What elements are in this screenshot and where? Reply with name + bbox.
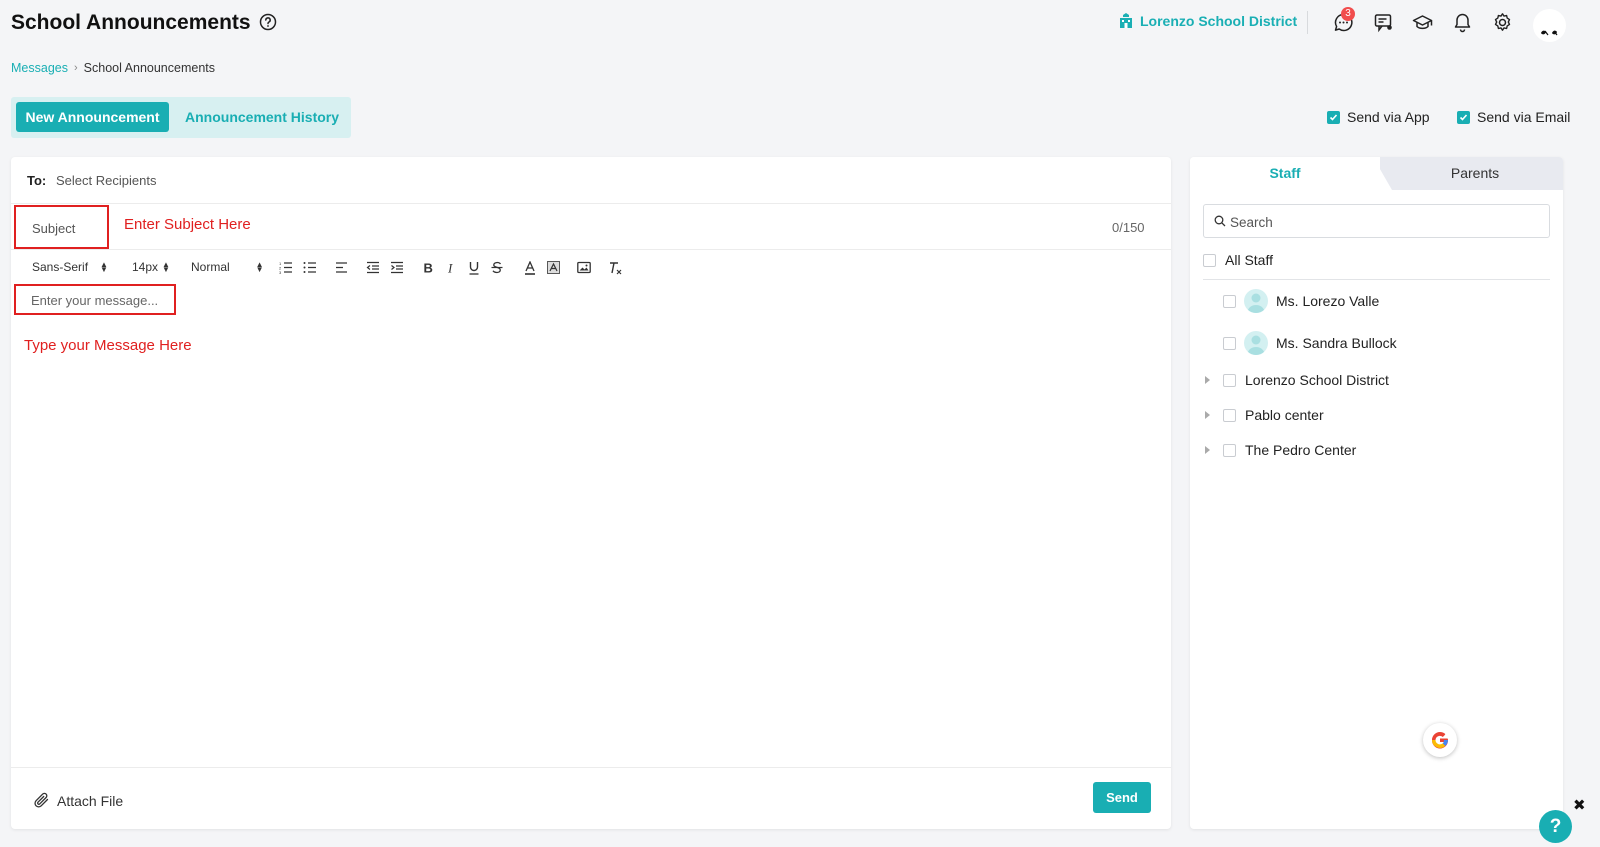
bell-icon[interactable]: [1452, 12, 1473, 33]
group-checkbox[interactable]: [1223, 443, 1236, 457]
notification-badge: 3: [1341, 7, 1355, 21]
recipient-search: [1203, 204, 1550, 238]
svg-text:B: B: [424, 261, 433, 274]
search-icon: [1214, 215, 1226, 227]
heading-value: Normal: [191, 260, 230, 274]
tab-parents[interactable]: Parents: [1373, 157, 1563, 190]
breadcrumb-current: School Announcements: [83, 61, 215, 75]
attach-file-label: Attach File: [57, 792, 124, 809]
caret-right-icon[interactable]: [1205, 376, 1210, 384]
all-staff-label: All Staff: [1225, 252, 1273, 268]
bullet-list-icon[interactable]: [303, 261, 317, 274]
tree-item[interactable]: Pablo center: [1205, 407, 1324, 423]
message-annotation: Type your Message Here: [24, 337, 192, 354]
send-via-email-option[interactable]: Send via Email: [1457, 109, 1570, 125]
send-via-app-checkbox[interactable]: [1327, 110, 1340, 124]
help-button[interactable]: ?: [1539, 810, 1572, 843]
page-title: School Announcements: [11, 11, 251, 34]
subject-annotation: Enter Subject Here: [124, 216, 251, 233]
chevron-right-icon: ›: [73, 62, 78, 74]
send-via-email-checkbox[interactable]: [1457, 110, 1470, 124]
school-building-icon: [1118, 12, 1134, 29]
send-button[interactable]: Send: [1093, 782, 1151, 813]
group-name: The Pedro Center: [1245, 442, 1357, 458]
list-item[interactable]: Ms. Lorezo Valle: [1223, 289, 1379, 313]
graduation-cap-icon[interactable]: [1412, 12, 1433, 33]
staff-checkbox[interactable]: [1223, 294, 1236, 308]
bold-icon[interactable]: B: [423, 261, 434, 274]
tree-item[interactable]: Lorenzo School District: [1205, 372, 1389, 388]
send-via-email-label: Send via Email: [1477, 109, 1571, 125]
staff-name: Ms. Lorezo Valle: [1276, 293, 1380, 309]
font-family-value: Sans-Serif: [32, 260, 89, 274]
tab-new-announcement[interactable]: New Announcement: [16, 102, 169, 132]
caret-right-icon[interactable]: [1205, 446, 1210, 454]
person-avatar-icon: [1244, 289, 1268, 313]
ordered-list-icon[interactable]: 123: [279, 261, 293, 274]
gear-icon[interactable]: [1492, 12, 1513, 33]
text-color-icon[interactable]: [524, 261, 536, 275]
insert-image-icon[interactable]: [577, 261, 591, 274]
underline-icon[interactable]: [468, 261, 480, 275]
breadcrumb-messages-link[interactable]: Messages: [11, 61, 68, 75]
clear-format-icon[interactable]: [608, 261, 623, 276]
help-circle-icon[interactable]: [259, 13, 277, 31]
group-checkbox[interactable]: [1223, 408, 1236, 422]
staff-name: Ms. Sandra Bullock: [1276, 335, 1397, 351]
message-board-icon[interactable]: [1373, 12, 1394, 33]
send-via-app-label: Send via App: [1347, 109, 1430, 125]
district-name: Lorenzo School District: [1140, 12, 1298, 29]
align-left-icon[interactable]: [335, 261, 348, 274]
editor-toolbar: Sans-Serif ▲ ▼ 14px ▲ ▼ Normal ▲ ▼ 123 B I: [11, 250, 1171, 284]
heading-select[interactable]: Normal ▲ ▼: [191, 260, 264, 274]
font-size-value: 14px: [132, 260, 159, 274]
group-checkbox[interactable]: [1223, 373, 1236, 387]
grammar-assistant-icon[interactable]: [1423, 723, 1457, 757]
font-family-select[interactable]: Sans-Serif ▲ ▼: [32, 260, 108, 274]
italic-icon[interactable]: I: [447, 261, 456, 274]
person-avatar-icon: [1244, 331, 1268, 355]
subject-char-count: 0/150: [1112, 220, 1145, 235]
recipients-panel: Parents Staff All Staff Ms. Lorezo Valle…: [1190, 157, 1563, 829]
tree-item[interactable]: The Pedro Center: [1205, 442, 1356, 458]
compose-panel: To: Select Recipients Subject Enter Subj…: [11, 157, 1171, 829]
compose-footer: Attach File Send: [11, 767, 1171, 829]
background-color-icon[interactable]: [547, 261, 560, 274]
svg-text:3: 3: [279, 270, 282, 274]
strikethrough-icon[interactable]: [491, 261, 503, 274]
user-avatar[interactable]: [1533, 9, 1566, 42]
caret-right-icon[interactable]: [1205, 411, 1210, 419]
select-arrows-icon: ▲ ▼: [100, 260, 108, 274]
staff-checkbox[interactable]: [1223, 336, 1236, 350]
paperclip-icon: [33, 792, 50, 809]
announcement-tabs: New Announcement Announcement History: [11, 97, 351, 138]
header-divider: [1307, 11, 1308, 34]
recipients-field[interactable]: Select Recipients: [56, 173, 156, 188]
subject-row: Subject Enter Subject Here 0/150: [11, 204, 1171, 250]
attach-file-button[interactable]: Attach File: [33, 792, 123, 809]
search-input[interactable]: [1230, 213, 1530, 231]
to-label: To:: [27, 173, 47, 188]
message-input[interactable]: Enter your message...: [14, 284, 176, 315]
select-arrows-icon: ▲ ▼: [255, 260, 264, 274]
send-via-app-option[interactable]: Send via App: [1327, 109, 1430, 125]
tab-announcement-history[interactable]: Announcement History: [185, 102, 339, 132]
group-name: Pablo center: [1245, 407, 1324, 423]
recipients-row[interactable]: To: Select Recipients: [11, 157, 1171, 204]
breadcrumb: Messages › School Announcements: [11, 61, 215, 75]
subject-input[interactable]: Subject: [14, 205, 109, 249]
list-item[interactable]: Ms. Sandra Bullock: [1223, 331, 1397, 355]
district-selector[interactable]: Lorenzo School District: [1118, 12, 1297, 29]
group-name: Lorenzo School District: [1245, 372, 1389, 388]
svg-text:I: I: [447, 261, 453, 274]
tab-staff[interactable]: Staff: [1190, 157, 1380, 190]
indent-icon[interactable]: [390, 261, 404, 274]
select-arrows-icon: ▲ ▼: [162, 260, 170, 274]
font-size-select[interactable]: 14px ▲ ▼: [132, 260, 170, 274]
close-icon[interactable]: ✖: [1573, 798, 1586, 813]
all-staff-option[interactable]: All Staff: [1203, 252, 1550, 280]
all-staff-checkbox[interactable]: [1203, 254, 1216, 267]
outdent-icon[interactable]: [366, 261, 380, 274]
